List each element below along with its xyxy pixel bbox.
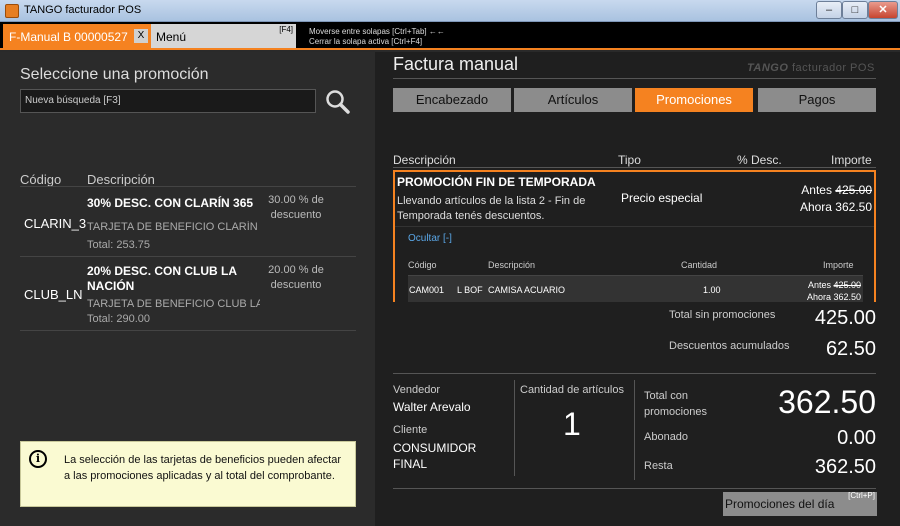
total-con-promociones-label: Total con promociones bbox=[644, 390, 707, 418]
window-title-bar: TANGO facturador POS – □ ✕ bbox=[0, 0, 900, 22]
price-before-label: Antes bbox=[801, 183, 832, 197]
close-tab-button[interactable]: X bbox=[134, 29, 148, 43]
panel-heading: Seleccione una promoción bbox=[20, 66, 209, 83]
grid-header-descripcion: Descripción bbox=[393, 153, 456, 167]
item-header-descripcion: Descripción bbox=[488, 260, 536, 270]
divider bbox=[634, 380, 635, 480]
abonado-value: 0.00 bbox=[837, 427, 876, 449]
invoice-panel: Factura manual TANGO facturador POS Enca… bbox=[375, 52, 900, 526]
promociones-del-dia-label: Promociones del día bbox=[725, 497, 835, 511]
tab-menu-label: Menú bbox=[156, 30, 187, 44]
item-header-codigo: Código bbox=[408, 260, 437, 270]
tab-promociones[interactable]: Promociones bbox=[635, 88, 753, 112]
price-now: Ahora 362.50 bbox=[799, 200, 872, 214]
promociones-del-dia-button[interactable]: Promociones del día [Ctrl+P] bbox=[723, 491, 877, 516]
item-header-cantidad: Cantidad bbox=[681, 260, 718, 270]
column-header-descripcion: Descripción bbox=[87, 172, 155, 187]
minimize-button[interactable]: – bbox=[816, 1, 842, 19]
promotion-selector-panel: Seleccione una promoción Nueva búsqueda … bbox=[0, 52, 375, 526]
tab-articulos[interactable]: Artículos bbox=[514, 88, 632, 112]
collapse-details-link[interactable]: Ocultar [-] bbox=[408, 233, 452, 244]
promotion-title: 20% DESC. CON CLUB LA NACIÓN bbox=[87, 264, 237, 293]
brand-logo: TANGO facturador POS bbox=[747, 62, 875, 74]
applied-promotion-card[interactable]: PROMOCIÓN FIN DE TEMPORADA Llevando artí… bbox=[393, 170, 876, 302]
list-divider bbox=[20, 330, 356, 331]
tab-pagos[interactable]: Pagos bbox=[758, 88, 876, 112]
grid-header-desc-pct: % Desc. bbox=[737, 153, 782, 167]
window-title: TANGO facturador POS bbox=[24, 4, 142, 16]
brand-tango: TANGO bbox=[747, 62, 789, 74]
tab-menu[interactable]: Menú [F4] bbox=[151, 24, 296, 48]
item-header-importe: Importe bbox=[823, 260, 854, 270]
total-con-promociones-value: 362.50 bbox=[778, 384, 876, 420]
tab-label: F-Manual B 00000527 bbox=[9, 30, 128, 44]
promotion-discount: 30.00 % de descuento bbox=[268, 194, 324, 221]
total-sin-promociones-label: Total sin promociones bbox=[669, 309, 776, 321]
grid-header-importe: Importe bbox=[831, 153, 872, 167]
search-input[interactable]: Nueva búsqueda [F3] bbox=[20, 89, 316, 113]
item-code: CAM001 bbox=[409, 285, 445, 295]
resta-value: 362.50 bbox=[814, 456, 876, 478]
table-row[interactable]: CAM001 L BOF CAMISA ACUARIO 1.00 Antes 4… bbox=[408, 275, 863, 302]
promotion-subtitle: TARJETA DE BENEFICIO CLARÍN 365 bbox=[87, 221, 260, 233]
page-title: Factura manual bbox=[393, 54, 519, 74]
promotion-price: Antes 425.00 Ahora 362.50 bbox=[800, 182, 872, 216]
info-icon: i bbox=[29, 450, 47, 468]
descuentos-acumulados-value: 62.50 bbox=[825, 338, 876, 360]
divider bbox=[393, 373, 876, 374]
cliente-label: Cliente bbox=[393, 424, 428, 436]
app-icon bbox=[5, 4, 19, 18]
column-header-codigo: Código bbox=[20, 172, 62, 187]
resta-label: Resta bbox=[644, 460, 673, 472]
promotion-title: 30% DESC. CON CLARÍN 365 bbox=[87, 196, 254, 210]
item-price-now: Ahora 362.50 bbox=[806, 292, 861, 302]
promotion-subtitle: TARJETA DE BENEFICIO CLUB LA NACIÓN bbox=[87, 298, 260, 310]
vendedor-value: Walter Arevalo bbox=[393, 400, 471, 414]
hint-switch-tabs: Moverse entre solapas [Ctrl+Tab] ←← bbox=[309, 27, 445, 36]
item-description: CAMISA ACUARIO bbox=[488, 285, 566, 295]
promotion-total: Total: 290.00 bbox=[87, 313, 150, 325]
cantidad-articulos-label: Cantidad de artículos bbox=[520, 384, 624, 396]
info-notice: i La selección de las tarjetas de benefi… bbox=[20, 441, 356, 507]
item-quantity: 1.00 bbox=[703, 285, 721, 295]
promotion-title: PROMOCIÓN FIN DE TEMPORADA bbox=[397, 175, 596, 189]
divider bbox=[395, 226, 874, 227]
tab-menu-shortcut: [F4] bbox=[279, 25, 293, 34]
document-tab-strip: F-Manual B 00000527 X Menú [F4] Moverse … bbox=[0, 22, 900, 50]
promotion-total: Total: 253.75 bbox=[87, 239, 150, 251]
item-price: Antes 425.00 Ahora 362.50 bbox=[807, 279, 861, 302]
info-text: La selección de las tarjetas de benefici… bbox=[64, 454, 342, 482]
divider bbox=[393, 78, 876, 79]
total-sin-promociones-value: 425.00 bbox=[814, 307, 876, 329]
promotion-row-clarin[interactable]: CLARIN_365 30% DESC. CON CLARÍN 365 TARJ… bbox=[20, 186, 356, 256]
divider bbox=[393, 488, 876, 489]
tab-factura-manual[interactable]: F-Manual B 00000527 X bbox=[3, 24, 151, 48]
promotion-row-club-ln[interactable]: CLUB_LN 20% DESC. CON CLUB LA NACIÓN TAR… bbox=[20, 256, 356, 330]
promotion-discount: 20.00 % de descuento bbox=[268, 264, 324, 291]
item-price-before-label: Antes bbox=[807, 280, 831, 290]
grid-header-divider bbox=[393, 167, 876, 168]
price-before-value: 425.00 bbox=[835, 183, 872, 197]
search-placeholder: Nueva búsqueda [F3] bbox=[25, 95, 121, 106]
promotion-description: Llevando artículos de la lista 2 - Fin d… bbox=[397, 195, 586, 222]
cliente-value: CONSUMIDOR FINAL bbox=[393, 441, 477, 471]
vendedor-label: Vendedor bbox=[393, 384, 441, 396]
promotion-code: CLARIN_365 bbox=[24, 216, 86, 231]
search-icon[interactable] bbox=[323, 87, 353, 117]
brand-product: facturador POS bbox=[788, 62, 875, 74]
divider bbox=[514, 380, 515, 476]
tab-encabezado[interactable]: Encabezado bbox=[393, 88, 511, 112]
cantidad-articulos-value: 1 bbox=[563, 406, 581, 442]
promotion-code: CLUB_LN bbox=[24, 287, 83, 302]
abonado-label: Abonado bbox=[644, 431, 689, 443]
descuentos-acumulados-label: Descuentos acumulados bbox=[669, 340, 790, 352]
item-extra: L BOF bbox=[457, 285, 483, 295]
promotion-type: Precio especial bbox=[621, 191, 703, 205]
promociones-del-dia-shortcut: [Ctrl+P] bbox=[848, 491, 875, 500]
grid-header-tipo: Tipo bbox=[618, 153, 641, 167]
maximize-button[interactable]: □ bbox=[842, 1, 868, 19]
item-price-before-value: 425.00 bbox=[833, 280, 861, 290]
close-window-button[interactable]: ✕ bbox=[868, 1, 898, 19]
hint-close-tab: Cerrar la solapa activa [Ctrl+F4] bbox=[309, 37, 423, 46]
